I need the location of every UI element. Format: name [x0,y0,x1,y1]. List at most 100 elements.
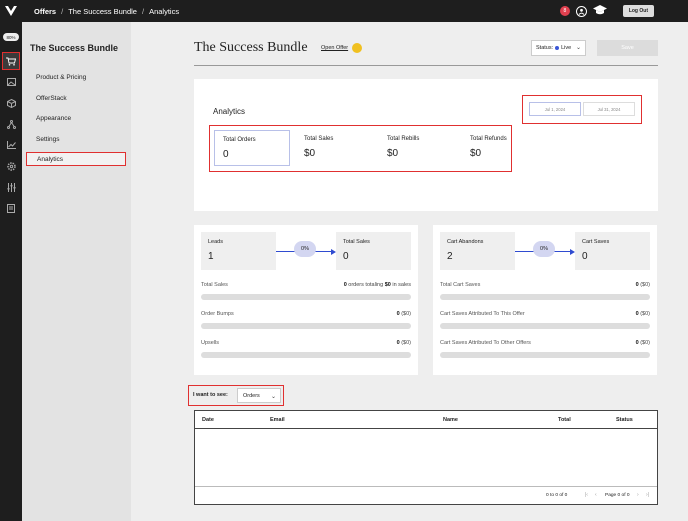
metric-value: $0 [387,148,399,159]
row-value: 0 ($0) [396,311,411,317]
cart-icon[interactable] [2,52,20,70]
image-icon[interactable] [4,75,18,89]
column-header-total[interactable]: Total [558,417,571,423]
column-header-name[interactable]: Name [443,417,458,423]
row-value: 0 ($0) [635,282,650,288]
date-range-picker: Jul 1, 2024 Jul 31, 2024 [522,95,642,124]
icon-rail: 80% [0,22,22,521]
prev-page-icon[interactable]: ‹ [595,492,597,498]
chart-icon[interactable] [4,138,18,152]
table-pagination: 0 to 0 of 0 |‹ ‹ Page 0 of 0 › ›| [195,486,657,504]
top-bar: Offers / The Success Bundle / Analytics … [0,0,688,22]
main-content: The Success Bundle Open Offer Status: Li… [131,22,688,521]
metrics-row: Total Orders 0 Total Sales $0 Total Rebi… [209,125,512,172]
view-filter-label: I want to see: [193,392,228,398]
view-filter: I want to see: Orders ⌄ [188,385,284,406]
cart-saves-value: 0 [582,251,588,262]
page-indicator: Page 0 of 0 [605,493,630,498]
sales-funnel-card: Leads 1 0% Total Sales 0 Total Sales 0 o… [194,225,418,375]
date-end-button[interactable]: Jul 31, 2024 [583,102,635,116]
status-dot-icon [555,46,560,50]
row-value: 0 ($0) [396,340,411,346]
network-icon[interactable] [4,117,18,131]
logout-button[interactable]: Log Out [622,5,654,17]
metric-total-refunds[interactable]: Total Refunds $0 [462,130,512,166]
view-filter-select[interactable]: Orders ⌄ [237,388,281,403]
total-sales-value: 0 [343,251,349,262]
column-header-email[interactable]: Email [270,417,285,423]
row-label: Cart Saves Attributed To Other Offers [440,340,531,346]
breadcrumb-offer[interactable]: The Success Bundle [68,7,137,16]
conversion-badge: 0% [533,241,555,257]
date-start-button[interactable]: Jul 1, 2024 [529,102,581,116]
row-label: Upsells [201,340,220,346]
sidebar-item-settings[interactable]: Settings [26,132,126,146]
column-header-date[interactable]: Date [202,417,214,423]
user-icon[interactable] [575,5,587,17]
offer-sidebar: The Success Bundle Product & Pricing Off… [22,22,131,521]
cart-funnel-card: Cart Abandons 2 0% Cart Saves 0 Total Ca… [433,225,657,375]
sidebar-item-appearance[interactable]: Appearance [26,111,126,125]
row-label: Cart Saves Attributed To This Offer [440,311,525,317]
progress-bar [440,352,650,358]
row-count: 0 to 0 of 0 [546,493,568,498]
breadcrumb-current: Analytics [149,6,180,16]
box-icon[interactable] [4,96,18,110]
open-offer-link[interactable]: Open Offer [321,45,348,51]
column-header-status[interactable]: Status [616,417,633,423]
graduation-cap-icon[interactable] [592,2,607,20]
progress-bar [440,323,650,329]
sidebar-item-product-pricing[interactable]: Product & Pricing [26,70,126,84]
metric-label: Total Orders [223,137,256,143]
status-select[interactable]: Status: Live ⌄ [531,40,586,56]
title-divider [194,65,658,66]
progress-bar [201,352,411,358]
row-label: Total Sales [201,282,228,288]
status-label: Status: [536,45,554,51]
progress-bar [201,323,411,329]
row-value: 0 orders totaling $0 in sales [343,282,411,288]
breadcrumb-separator: / [141,6,145,16]
progress-bar [201,294,411,300]
sidebar-item-analytics[interactable]: Analytics [26,152,126,166]
analytics-card: Analytics Jul 1, 2024 Jul 31, 2024 Total… [194,79,658,211]
first-page-icon[interactable]: |‹ [585,492,588,498]
row-value: 0 ($0) [635,340,650,346]
metric-value: $0 [470,148,482,159]
last-page-icon[interactable]: ›| [646,492,649,498]
status-value: Live [561,45,572,51]
notification-badge[interactable]: 8 [559,6,570,16]
metric-label: Total Rebills [387,136,420,142]
save-button[interactable]: Save [597,40,658,56]
breadcrumb: Offers / The Success Bundle / Analytics [34,0,179,22]
progress-bar [440,294,650,300]
leads-value: 1 [208,251,214,262]
view-filter-value: Orders [243,392,260,399]
table-header: Date Email Name Total Status [195,411,657,429]
metric-value: $0 [304,148,316,159]
orders-table: Date Email Name Total Status 0 to 0 of 0… [194,410,658,505]
cart-abandons-label: Cart Abandons [447,239,484,245]
leads-label: Leads [208,239,223,245]
next-page-icon[interactable]: › [637,492,639,498]
metric-total-orders[interactable]: Total Orders 0 [214,130,290,166]
breadcrumb-separator: / [61,6,64,16]
gear-icon[interactable] [4,159,18,173]
sliders-icon[interactable] [4,180,18,194]
metric-total-rebills[interactable]: Total Rebills $0 [379,130,455,166]
metric-label: Total Sales [304,136,334,142]
chevron-down-icon: ⌄ [270,394,276,400]
row-value: 0 ($0) [635,311,650,317]
total-sales-box: Total Sales 0 [336,232,411,270]
sidebar-title: The Success Bundle [30,43,119,53]
row-label: Total Cart Saves [440,282,481,288]
metric-label: Total Refunds [470,136,507,142]
cart-abandons-box: Cart Abandons 2 [440,232,515,270]
metric-total-sales[interactable]: Total Sales $0 [296,130,372,166]
chevron-down-icon: ⌄ [575,45,581,51]
breadcrumb-offers[interactable]: Offers [34,7,56,16]
book-icon[interactable] [4,201,18,215]
sidebar-item-offerstack[interactable]: OfferStack [26,91,126,105]
leads-box: Leads 1 [201,232,276,270]
app-logo-icon[interactable] [0,0,22,22]
